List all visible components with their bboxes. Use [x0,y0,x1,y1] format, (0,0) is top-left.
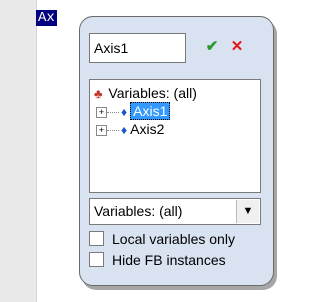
scope-dropdown-value: Variables: (all) [94,203,183,219]
search-input[interactable] [89,33,186,63]
tree-root-label: Variables: (all) [108,85,197,101]
expand-icon[interactable]: + [96,106,107,118]
editor-gutter [0,0,37,302]
variable-picker-popup: ✔ ✕ ♣ Variables: (all) + ♦Axis1 + ♦Axis2 V… [79,16,274,286]
ok-button[interactable]: ✔ [201,36,223,58]
editor-selected-text[interactable]: Ax [36,10,57,26]
cancel-button[interactable]: ✕ [226,36,248,58]
hide-fb-checkbox[interactable] [89,252,104,268]
variables-tree[interactable]: ♣ Variables: (all) + ♦ Axis1 + ♦ Axis2 [89,79,261,193]
variable-icon: ♦ [121,105,128,119]
tree-connector [107,129,119,131]
hide-fb-option[interactable]: Hide FB instances [89,250,267,270]
tree-root[interactable]: ♣ Variables: (all) [94,84,197,102]
tree-item-axis2[interactable]: + ♦ Axis2 [96,120,164,138]
expand-icon[interactable]: + [96,124,107,136]
hide-fb-label: Hide FB instances [112,252,226,268]
tree-item-label[interactable]: Axis1 [130,102,171,120]
tree-connector [107,111,119,113]
scope-dropdown[interactable]: Variables: (all) ▼ [89,198,261,225]
variable-icon: ♦ [121,123,128,137]
local-variables-label: Local variables only [112,231,235,247]
variables-icon: ♣ [94,86,103,101]
local-variables-option[interactable]: Local variables only [89,229,267,249]
tree-item-label[interactable]: Axis2 [130,121,164,137]
chevron-down-icon[interactable]: ▼ [236,200,259,223]
tree-item-axis1[interactable]: + ♦ Axis1 [96,102,171,120]
local-variables-checkbox[interactable] [89,231,104,247]
